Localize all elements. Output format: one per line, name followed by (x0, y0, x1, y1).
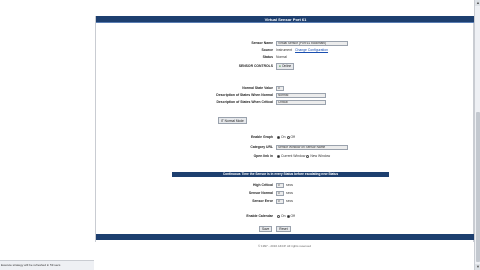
vertical-scrollbar[interactable]: ▲ ▼ (474, 0, 480, 270)
high-critical-input[interactable]: 0 (276, 182, 284, 188)
enable-calendar-off-label: Off (290, 214, 295, 218)
normal-mode-button[interactable]: IT Normal Mode (218, 117, 247, 124)
source-label: Source (261, 48, 274, 52)
enable-graph-off-label: Off (290, 135, 295, 139)
sensor-name-row: Sensor Name Virtual Sensor (Port 61 book… (216, 40, 348, 46)
scroll-thumb[interactable] (476, 112, 480, 262)
change-configuration-link[interactable]: Change Configuration (295, 48, 328, 52)
status-value: Normal (276, 55, 287, 59)
open-link-new-radio[interactable] (306, 154, 310, 158)
sensor-normal-label: Sensor Normal (248, 191, 273, 195)
panel-footer-bar (96, 234, 475, 240)
high-critical-label: High Critical (253, 183, 273, 187)
open-link-new-label: New Window (310, 154, 331, 158)
panel-title: Virtual Sensor Port 61 (96, 16, 475, 23)
open-link-current-label: Current Window (281, 154, 306, 158)
sensor-error-input[interactable]: 0 (276, 198, 284, 204)
desc-normal-row: Description of States When Normal Normal (188, 92, 326, 98)
high-critical-unit: secs (286, 183, 293, 187)
category-url-input[interactable]: Sensor Window on Sensor Name (276, 144, 348, 150)
status-row: Status Normal (216, 54, 287, 60)
online-icon: ● (279, 64, 281, 68)
scroll-up-icon[interactable]: ▲ (475, 0, 480, 6)
scroll-down-icon[interactable]: ▼ (475, 264, 480, 270)
enable-calendar-label: Enable Calendar (246, 214, 273, 218)
category-url-row: Category URL Sensor Window on Sensor Nam… (216, 144, 348, 150)
save-button[interactable]: Save (259, 225, 273, 232)
sensor-normal-input[interactable]: 0 (276, 190, 284, 196)
enable-graph-on-radio[interactable] (277, 135, 280, 139)
desc-critical-row: Description of States When Critical Crit… (188, 99, 326, 105)
status-label: Status (262, 55, 273, 59)
normal-state-input[interactable]: 0 (276, 85, 284, 91)
normal-state-label: Normal State Value (242, 86, 273, 90)
enable-graph-options: On Off (276, 135, 295, 139)
online-button[interactable]: ● Online (276, 62, 295, 70)
sensor-error-row: Sensor Error 0 secs (216, 198, 293, 204)
desc-normal-label: Description of States When Normal (216, 93, 273, 97)
actions-row: Save Reset (259, 225, 291, 232)
copyright: © 1997 - 2016 AKCP. All rights reserved (257, 244, 312, 248)
sensor-normal-row: Sensor Normal 0 secs (216, 190, 293, 196)
enable-calendar-options: On Off (276, 214, 295, 218)
enable-graph-on-label: On (281, 135, 286, 139)
high-critical-row: High Critical 0 secs (216, 182, 293, 188)
sensor-name-label: Sensor Name (251, 41, 273, 45)
normal-mode-row: IT Normal Mode (218, 117, 247, 124)
sensor-settings-panel: Virtual Sensor Port 61 Sensor Name Virtu… (95, 16, 475, 242)
sensor-controls-label: SENSOR CONTROLS (238, 64, 273, 68)
sensor-error-label: Sensor Error (252, 199, 273, 203)
sensor-normal-unit: secs (286, 191, 293, 195)
enable-graph-off-radio[interactable] (286, 135, 290, 139)
open-link-row: Open link in Current Window New Window (216, 153, 331, 159)
open-link-options: Current Window New Window (276, 154, 330, 158)
desc-critical-input[interactable]: Critical (276, 99, 326, 105)
enable-calendar-off-radio[interactable] (286, 214, 290, 218)
left-gutter (0, 0, 94, 270)
enable-graph-label: Enable Graph (250, 135, 273, 139)
open-link-label: Open link in (253, 154, 273, 158)
online-button-label: Online (281, 64, 292, 68)
desc-normal-input[interactable]: Normal (276, 92, 326, 98)
open-link-current-radio[interactable] (277, 154, 280, 158)
category-url-label: Category URL (250, 145, 273, 149)
enable-graph-row: Enable Graph On Off (216, 134, 295, 140)
normal-state-row: Normal State Value 0 (188, 85, 284, 91)
status-bar-text: Execute strategy will be refreshed in 59… (1, 263, 61, 267)
sensor-controls-row: SENSOR CONTROLS ● Online (216, 62, 295, 70)
desc-critical-label: Description of States When Critical (216, 100, 273, 104)
enable-calendar-on-label: On (281, 214, 286, 218)
sensor-error-unit: secs (286, 199, 293, 203)
reset-button[interactable]: Reset (276, 225, 291, 232)
enable-calendar-on-radio[interactable] (277, 214, 280, 218)
status-bar: Execute strategy will be refreshed in 59… (0, 260, 94, 270)
enable-calendar-row: Enable Calendar On Off (216, 213, 295, 219)
source-row: Source Instrument Change Configuration (216, 47, 329, 53)
source-value: Instrument (276, 48, 293, 52)
sensor-name-input[interactable]: Virtual Sensor (Port 61 bookmark) (276, 40, 348, 46)
continuous-time-header: Continuous Time the Sensor is in every S… (172, 172, 389, 177)
